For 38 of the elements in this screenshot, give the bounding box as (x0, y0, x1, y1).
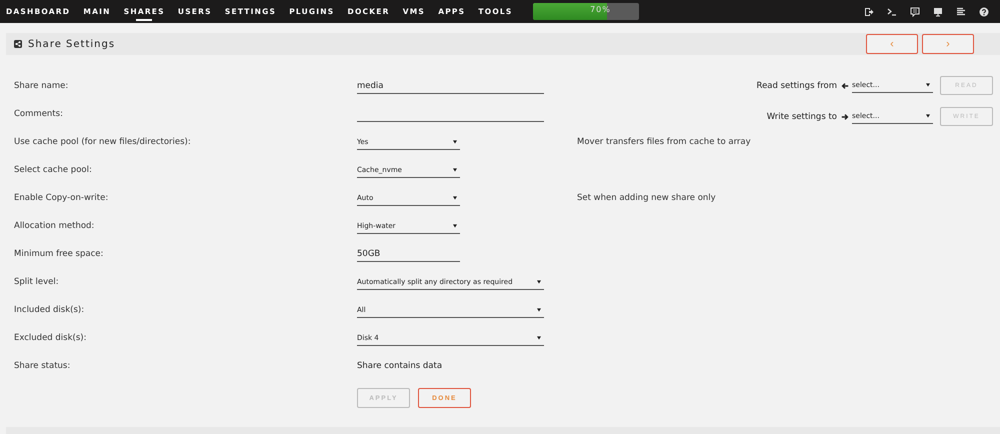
sync-label: Write settings to (766, 112, 837, 122)
field-label: Included disk(s): (14, 305, 86, 315)
usage-reading: 70% (590, 5, 611, 14)
field-label: Excluded disk(s): (14, 333, 88, 343)
field-label: Allocation method: (14, 221, 96, 231)
help-note: Mover transfers files from cache to array (577, 137, 751, 147)
sync-label: Read settings from (756, 80, 837, 90)
field-label: Enable Copy-on-write: (14, 193, 110, 203)
caret-icon (926, 83, 930, 87)
right-arrow-icon (841, 112, 849, 120)
logout-icon[interactable] (864, 6, 874, 16)
help-icon[interactable] (979, 6, 989, 16)
help-note: Set when adding new share only (577, 193, 716, 203)
field-label: Select cache pool: (14, 165, 93, 175)
caret-icon (453, 168, 457, 172)
input-field[interactable]: 50GB (357, 246, 460, 262)
caret-icon (453, 224, 457, 228)
field-label: Share status: (14, 361, 72, 371)
field-label: Minimum free space: (14, 249, 104, 259)
terminal-icon[interactable] (887, 6, 897, 16)
list-icon[interactable] (956, 6, 966, 16)
status-text: Share contains data (357, 361, 442, 371)
field-label: Share name: (14, 81, 70, 91)
caret-icon (537, 336, 541, 340)
panel-title: Share Settings (28, 38, 116, 50)
field-label: Split level: (14, 277, 60, 287)
input-field[interactable]: media (357, 78, 544, 94)
field-label: Use cache pool (for new files/directories): (14, 137, 192, 147)
left-arrow-icon (841, 82, 849, 90)
field-label: Comments: (14, 109, 64, 119)
monitor-icon[interactable] (933, 6, 943, 16)
caret-icon (537, 280, 541, 284)
caret-icon (453, 140, 457, 144)
caret-icon (537, 308, 541, 312)
caret-icon (926, 114, 930, 118)
message-icon[interactable] (910, 6, 920, 16)
share-icon (14, 40, 22, 48)
caret-icon (453, 196, 457, 200)
